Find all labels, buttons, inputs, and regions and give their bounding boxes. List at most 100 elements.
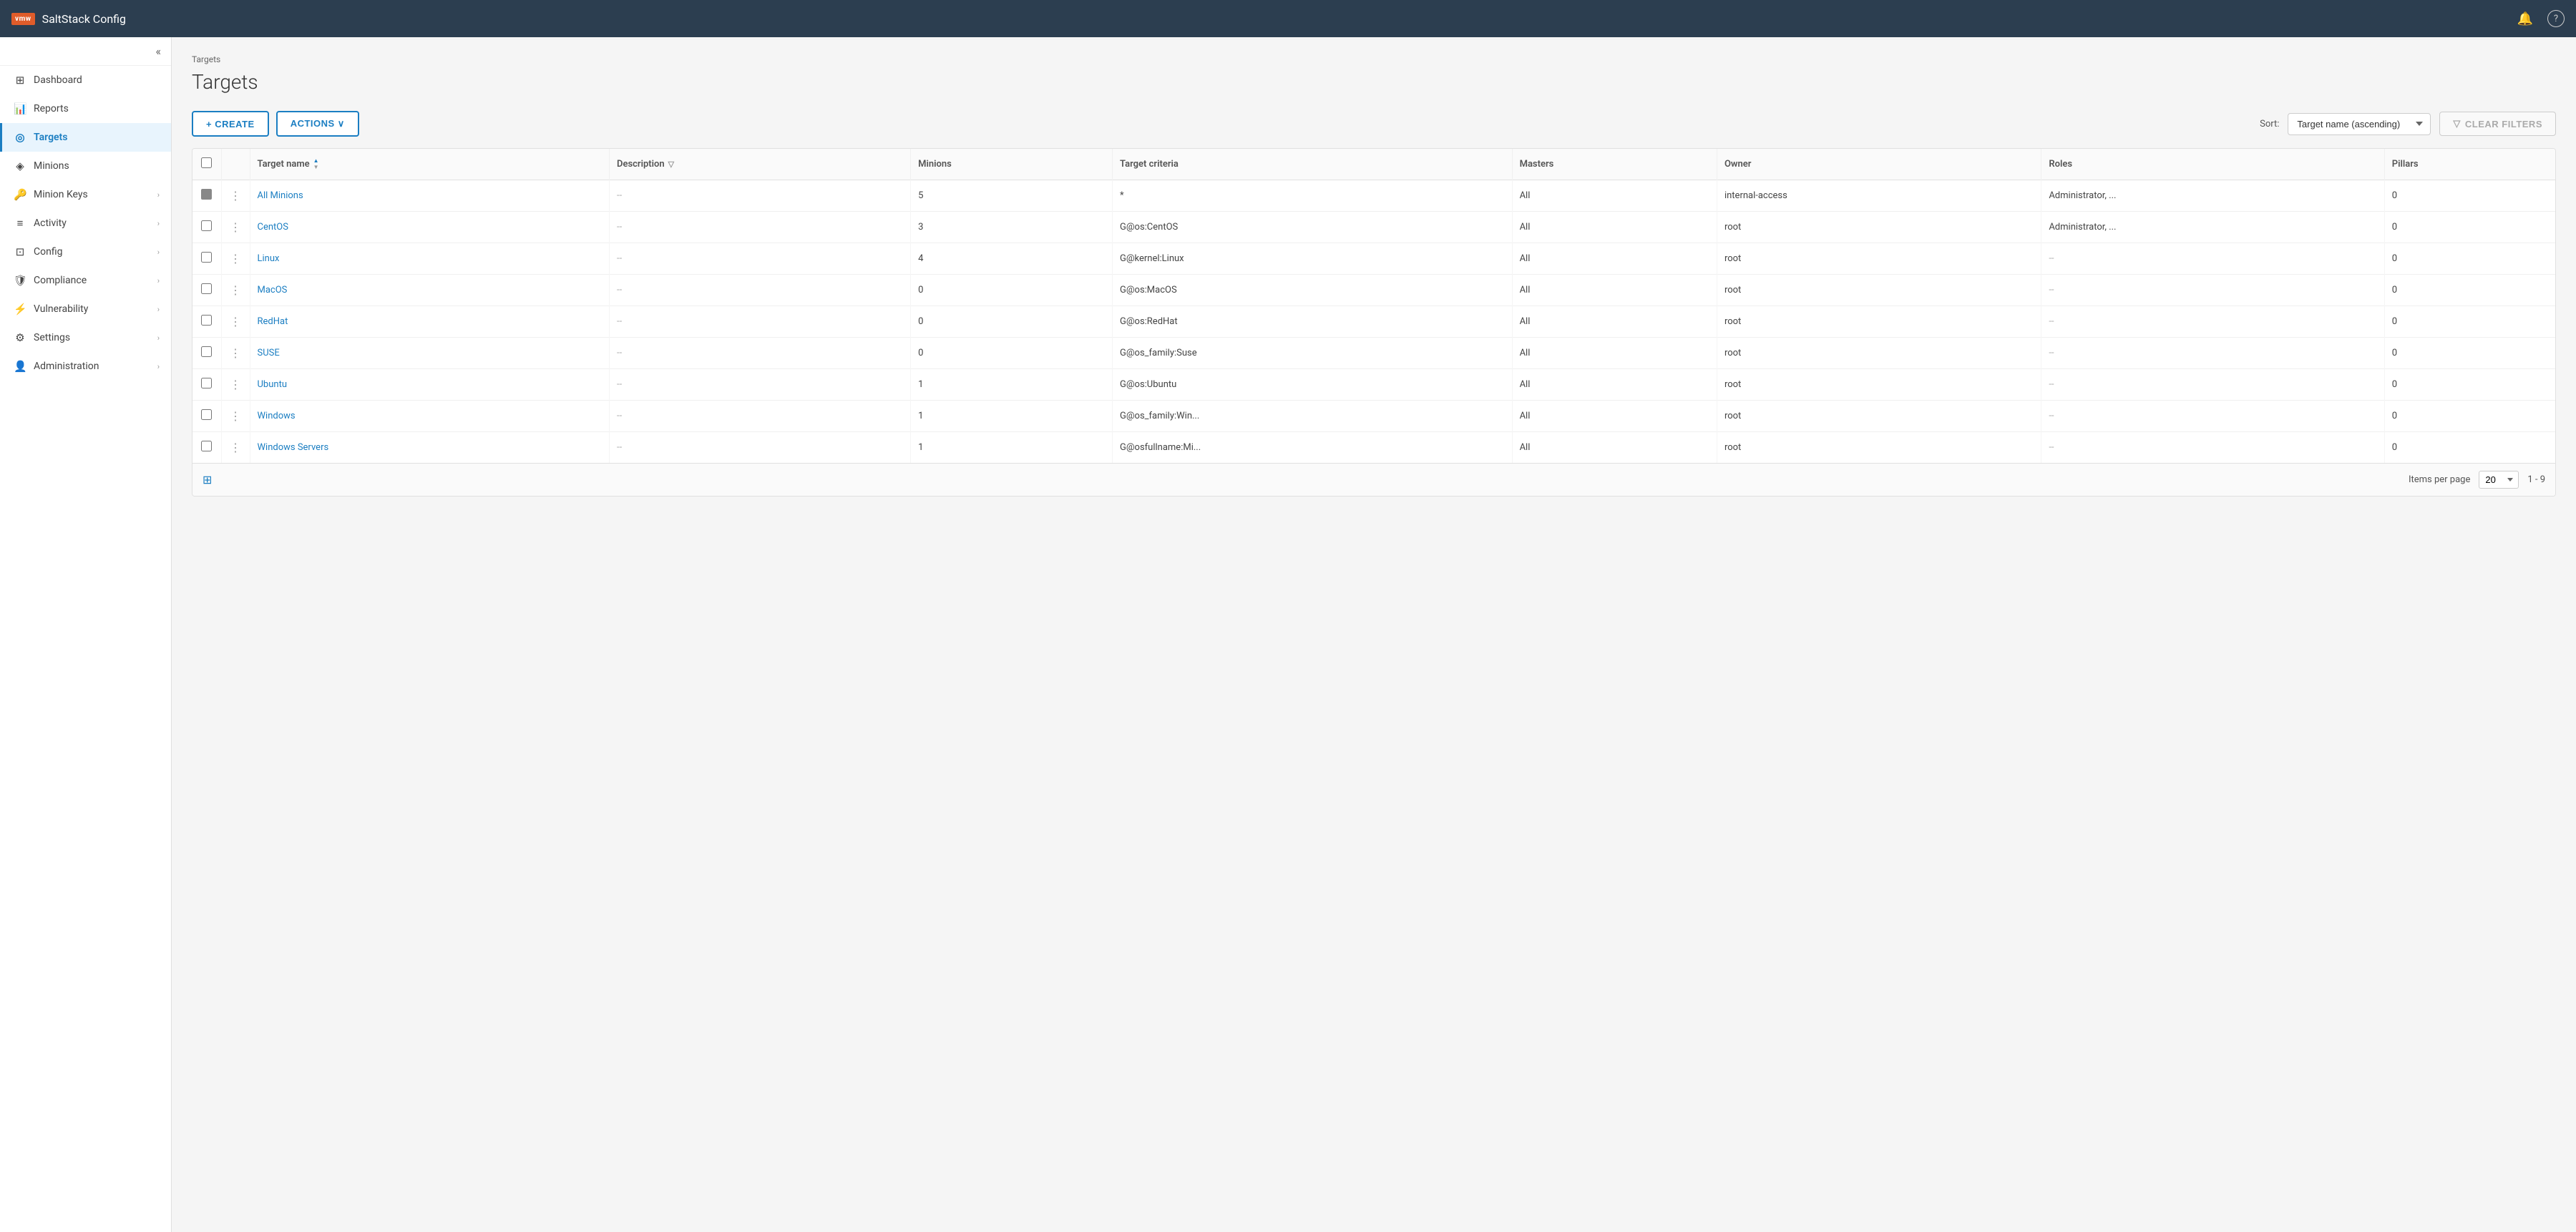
- row-masters-2: All: [1512, 212, 1717, 243]
- target-name-link-6[interactable]: SUSE: [258, 348, 280, 358]
- sidebar-label-settings: Settings: [34, 332, 70, 343]
- table-row: ⋮ All Minions -- 5 * All internal-access…: [192, 180, 2555, 212]
- create-button[interactable]: + CREATE: [192, 111, 269, 137]
- sidebar-icon-targets: ◎: [14, 131, 26, 144]
- th-minions-label: Minions: [918, 159, 952, 170]
- row-menu-8[interactable]: ⋮: [221, 401, 250, 432]
- row-checkbox-3[interactable]: [201, 252, 212, 263]
- row-minions-1: 5: [911, 180, 1113, 212]
- sidebar-item-settings[interactable]: ⚙ Settings ›: [0, 323, 171, 352]
- row-owner-7: root: [1717, 369, 2041, 401]
- target-name-link-8[interactable]: Windows: [258, 411, 296, 421]
- row-target-criteria-6: G@os_family:Suse: [1113, 338, 1513, 369]
- row-checkbox-7[interactable]: [201, 378, 212, 388]
- row-checkbox-8[interactable]: [201, 409, 212, 420]
- sidebar-item-left-administration: 👤 Administration: [14, 360, 99, 373]
- row-checkbox-6[interactable]: [201, 346, 212, 357]
- sidebar-item-left-reports: 📊 Reports: [14, 102, 69, 115]
- chevron-icon-administration: ›: [157, 362, 160, 371]
- sidebar-label-reports: Reports: [34, 103, 69, 114]
- row-masters-1: All: [1512, 180, 1717, 212]
- sidebar-item-left-vulnerability: ⚡ Vulnerability: [14, 303, 88, 316]
- sidebar-item-compliance[interactable]: 🛡 Compliance ›: [0, 266, 171, 295]
- row-target-name-5: RedHat: [250, 306, 610, 338]
- th-minions: Minions: [911, 149, 1113, 180]
- table-row: ⋮ Windows Servers -- 1 G@osfullname:Mi..…: [192, 432, 2555, 464]
- row-menu-4[interactable]: ⋮: [221, 275, 250, 306]
- target-name-link-5[interactable]: RedHat: [258, 316, 288, 327]
- notification-icon[interactable]: 🔔: [2517, 11, 2533, 26]
- row-checkbox-cell: [192, 275, 221, 306]
- row-checkbox-2[interactable]: [201, 220, 212, 231]
- columns-icon[interactable]: ⊞: [203, 473, 212, 487]
- row-pillars-5: 0: [2384, 306, 2555, 338]
- row-checkbox-4[interactable]: [201, 283, 212, 294]
- sidebar-item-left-targets: ◎ Targets: [14, 131, 67, 144]
- row-menu-2[interactable]: ⋮: [221, 212, 250, 243]
- row-owner-5: root: [1717, 306, 2041, 338]
- sidebar-icon-activity: ≡: [14, 217, 26, 230]
- chevron-icon-compliance: ›: [157, 276, 160, 285]
- row-menu-7[interactable]: ⋮: [221, 369, 250, 401]
- table-row: ⋮ Linux -- 4 G@kernel:Linux All root -- …: [192, 243, 2555, 275]
- target-name-link-4[interactable]: MacOS: [258, 285, 288, 295]
- actions-button[interactable]: ACTIONS ∨: [276, 111, 359, 137]
- target-name-link-9[interactable]: Windows Servers: [258, 442, 329, 453]
- target-name-link-1[interactable]: All Minions: [258, 190, 303, 201]
- sidebar-item-minion-keys[interactable]: 🔑 Minion Keys ›: [0, 180, 171, 209]
- table-header: Target name ▲ ▼ Description ▽: [192, 149, 2555, 180]
- row-pillars-4: 0: [2384, 275, 2555, 306]
- sidebar-item-activity[interactable]: ≡ Activity ›: [0, 209, 171, 238]
- items-per-page-label: Items per page: [2409, 474, 2470, 485]
- row-menu-3[interactable]: ⋮: [221, 243, 250, 275]
- select-all-checkbox[interactable]: [201, 157, 212, 168]
- row-checkbox-selected-1[interactable]: [201, 189, 212, 200]
- row-minions-6: 0: [911, 338, 1113, 369]
- row-menu-9[interactable]: ⋮: [221, 432, 250, 464]
- th-masters: Masters: [1512, 149, 1717, 180]
- sidebar-item-administration[interactable]: 👤 Administration ›: [0, 352, 171, 381]
- sidebar-label-config: Config: [34, 246, 62, 258]
- sidebar-label-activity: Activity: [34, 217, 67, 229]
- row-pillars-8: 0: [2384, 401, 2555, 432]
- target-name-link-3[interactable]: Linux: [258, 253, 280, 264]
- target-name-link-2[interactable]: CentOS: [258, 222, 288, 233]
- row-masters-3: All: [1512, 243, 1717, 275]
- row-owner-1: internal-access: [1717, 180, 2041, 212]
- sidebar-item-reports[interactable]: 📊 Reports: [0, 94, 171, 123]
- sidebar-label-minion-keys: Minion Keys: [34, 189, 88, 200]
- row-menu-5[interactable]: ⋮: [221, 306, 250, 338]
- help-icon[interactable]: ?: [2547, 10, 2565, 27]
- th-target-criteria: Target criteria: [1113, 149, 1513, 180]
- sidebar-item-left-minions: ◈ Minions: [14, 160, 69, 172]
- sort-select[interactable]: Target name (ascending)Target name (desc…: [2288, 113, 2431, 135]
- clear-filters-button[interactable]: ▽ CLEAR FILTERS: [2439, 112, 2556, 136]
- row-checkbox-5[interactable]: [201, 315, 212, 326]
- row-checkbox-cell: [192, 432, 221, 464]
- sidebar-collapse-button[interactable]: «: [155, 44, 161, 58]
- row-checkbox-cell: [192, 401, 221, 432]
- row-menu-6[interactable]: ⋮: [221, 338, 250, 369]
- th-owner: Owner: [1717, 149, 2041, 180]
- row-target-criteria-7: G@os:Ubuntu: [1113, 369, 1513, 401]
- description-filter-icon[interactable]: ▽: [668, 160, 674, 169]
- sidebar-item-config[interactable]: ⊡ Config ›: [0, 238, 171, 266]
- target-name-link-7[interactable]: Ubuntu: [258, 379, 288, 390]
- sidebar-item-left-config: ⊡ Config: [14, 245, 62, 258]
- row-checkbox-9[interactable]: [201, 441, 212, 451]
- th-target-criteria-label: Target criteria: [1120, 159, 1179, 170]
- sort-arrows-target-name[interactable]: ▲ ▼: [313, 158, 319, 170]
- main-content: Targets Targets + CREATE ACTIONS ∨ Sort:…: [172, 37, 2576, 1232]
- th-masters-label: Masters: [1520, 159, 1554, 170]
- row-target-criteria-1: *: [1113, 180, 1513, 212]
- row-masters-9: All: [1512, 432, 1717, 464]
- sidebar-item-minions[interactable]: ◈ Minions: [0, 152, 171, 180]
- row-description-3: --: [610, 243, 911, 275]
- sidebar-item-targets[interactable]: ◎ Targets: [0, 123, 171, 152]
- sidebar-item-dashboard[interactable]: ⊞ Dashboard: [0, 66, 171, 94]
- row-description-8: --: [610, 401, 911, 432]
- sidebar-label-compliance: Compliance: [34, 275, 87, 286]
- sidebar-item-vulnerability[interactable]: ⚡ Vulnerability ›: [0, 295, 171, 323]
- row-menu-1[interactable]: ⋮: [221, 180, 250, 212]
- per-page-select[interactable]: 102050100: [2479, 471, 2519, 489]
